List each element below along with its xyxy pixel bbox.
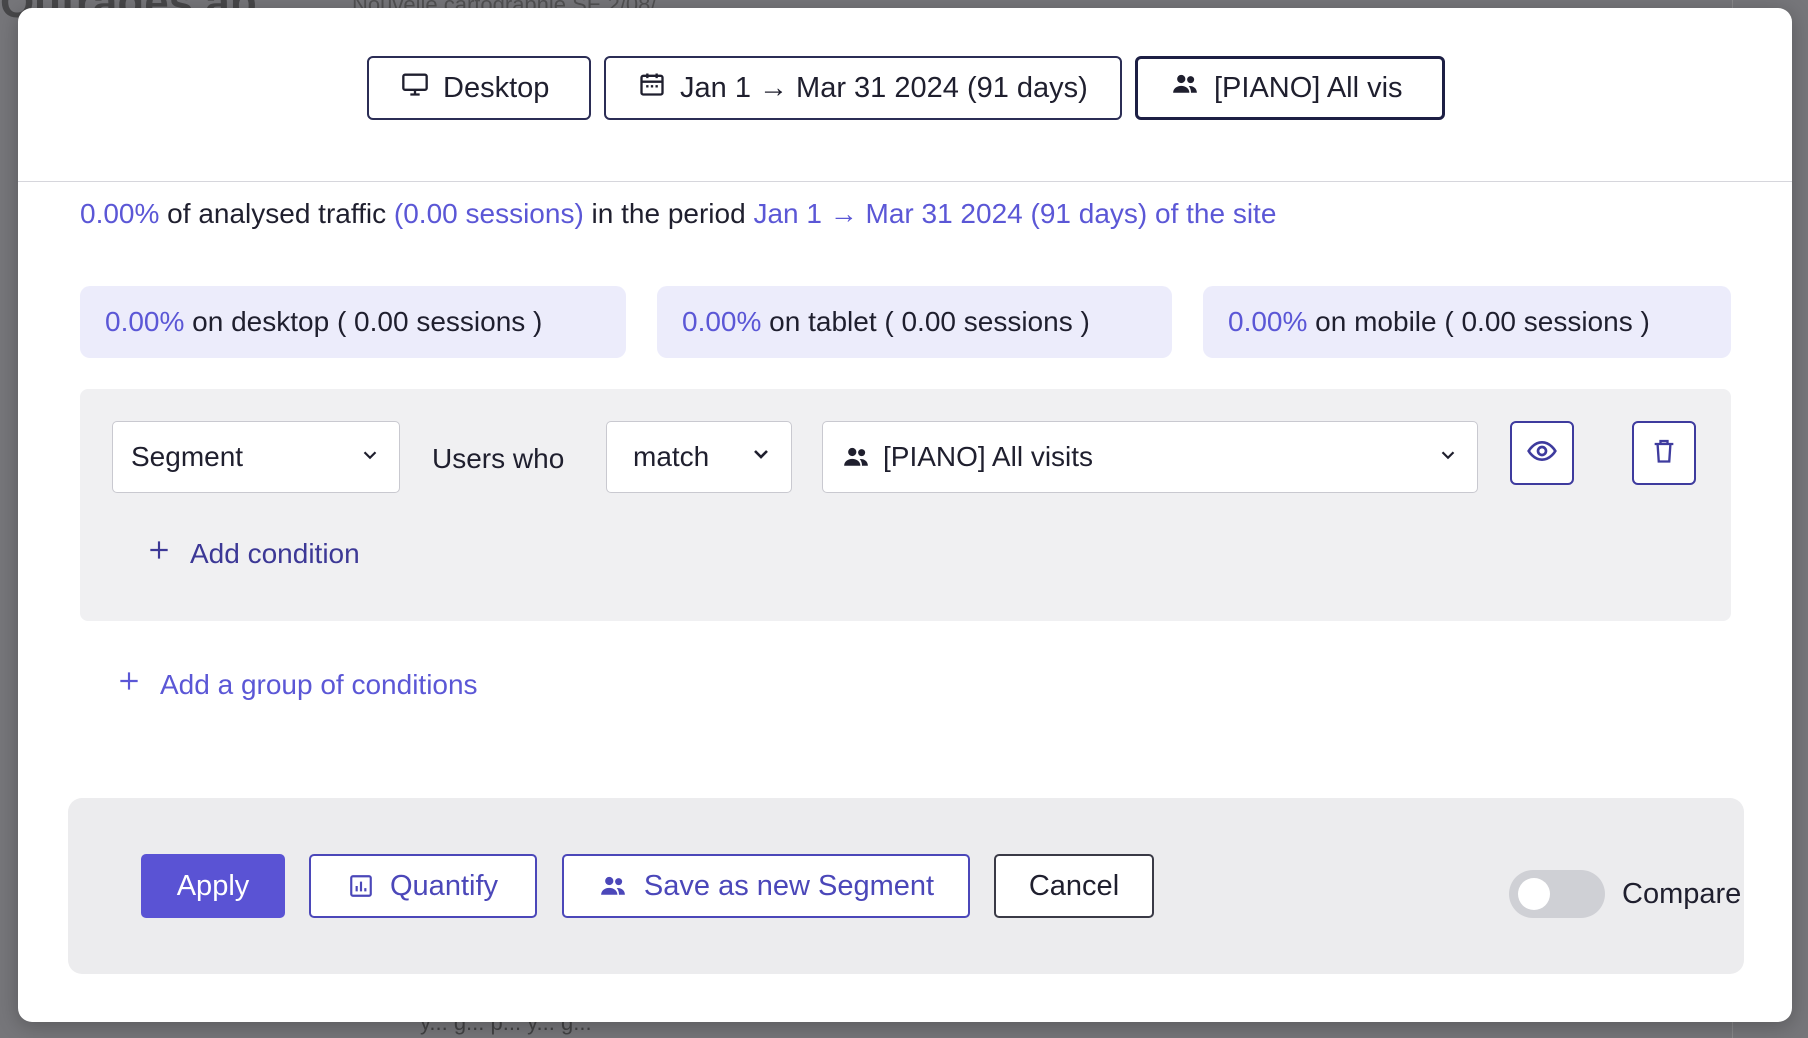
chevron-down-icon bbox=[749, 441, 773, 473]
condition-type-value: Segment bbox=[131, 441, 244, 472]
compare-label: Compare bbox=[1622, 878, 1742, 910]
summary-period: Jan 1 → Mar 31 2024 (91 days) of the sit… bbox=[753, 198, 1277, 229]
users-icon bbox=[841, 442, 871, 472]
summary-percent: 0.00% bbox=[80, 198, 160, 229]
match-value: match bbox=[633, 441, 710, 472]
add-group-label: Add a group of conditions bbox=[160, 668, 478, 700]
add-group-button[interactable]: Add a group of conditions bbox=[116, 668, 478, 701]
apply-label: Apply bbox=[176, 869, 250, 902]
toggle-knob bbox=[1518, 878, 1550, 910]
stat-label: on desktop ( 0.00 sessions ) bbox=[184, 306, 543, 337]
date-range-label: Jan 1 → Mar 31 2024 (91 days) bbox=[680, 71, 1088, 104]
apply-button[interactable]: Apply bbox=[141, 854, 285, 918]
plus-icon bbox=[116, 668, 142, 701]
stat-percent: 0.00% bbox=[682, 306, 762, 337]
stat-card-mobile: 0.00% on mobile ( 0.00 sessions ) bbox=[1203, 286, 1731, 358]
segment-value: [PIANO] All visits bbox=[883, 441, 1094, 472]
stat-label: on mobile ( 0.00 sessions ) bbox=[1307, 306, 1650, 337]
stat-percent: 0.00% bbox=[1228, 306, 1308, 337]
segment-selector-button[interactable]: [PIANO] All vis bbox=[1135, 56, 1445, 120]
plus-icon bbox=[146, 537, 172, 570]
summary-text-1: of analysed traffic bbox=[159, 198, 394, 229]
monitor-icon bbox=[401, 70, 429, 106]
quantify-label: Quantify bbox=[390, 869, 498, 902]
add-condition-button[interactable]: Add condition bbox=[146, 537, 360, 570]
device-selector-label: Desktop bbox=[443, 71, 550, 104]
chart-icon bbox=[348, 873, 374, 899]
condition-type-select[interactable]: Segment bbox=[112, 421, 400, 493]
users-icon bbox=[1170, 69, 1200, 107]
match-select[interactable]: match bbox=[606, 421, 792, 493]
summary-text-2: in the period bbox=[583, 198, 754, 229]
chevron-down-icon bbox=[359, 441, 381, 473]
users-icon bbox=[598, 871, 628, 901]
cancel-button[interactable]: Cancel bbox=[994, 854, 1154, 918]
segment-value-select[interactable]: [PIANO] All visits bbox=[822, 421, 1478, 493]
users-who-label: Users who bbox=[432, 443, 565, 474]
stat-percent: 0.00% bbox=[105, 306, 185, 337]
device-selector-button[interactable]: Desktop bbox=[367, 56, 591, 120]
quantify-button[interactable]: Quantify bbox=[309, 854, 537, 918]
delete-condition-button[interactable] bbox=[1632, 421, 1696, 485]
segment-modal: Desktop Jan 1 → Mar 31 2024 (91 days) [P… bbox=[18, 8, 1792, 1022]
date-range-button[interactable]: Jan 1 → Mar 31 2024 (91 days) bbox=[604, 56, 1122, 120]
save-segment-label: Save as new Segment bbox=[643, 869, 935, 902]
condition-group: Segment Users who match [PIANO] All visi… bbox=[80, 389, 1731, 621]
cancel-label: Cancel bbox=[1028, 869, 1120, 902]
save-segment-button[interactable]: Save as new Segment bbox=[562, 854, 970, 918]
traffic-summary: 0.00% of analysed traffic (0.00 sessions… bbox=[80, 198, 1276, 230]
modal-header: Desktop Jan 1 → Mar 31 2024 (91 days) [P… bbox=[18, 8, 1792, 182]
add-condition-label: Add condition bbox=[190, 537, 360, 569]
calendar-icon bbox=[638, 70, 666, 106]
stat-card-tablet: 0.00% on tablet ( 0.00 sessions ) bbox=[657, 286, 1172, 358]
eye-icon bbox=[1526, 435, 1558, 472]
stat-label: on tablet ( 0.00 sessions ) bbox=[761, 306, 1090, 337]
trash-icon bbox=[1650, 437, 1678, 470]
chevron-down-icon bbox=[1437, 441, 1459, 473]
segment-selector-label: [PIANO] All vis bbox=[1214, 71, 1403, 104]
stat-card-desktop: 0.00% on desktop ( 0.00 sessions ) bbox=[80, 286, 626, 358]
preview-button[interactable] bbox=[1510, 421, 1574, 485]
summary-sessions: (0.00 sessions) bbox=[393, 198, 584, 229]
compare-toggle[interactable] bbox=[1509, 870, 1605, 918]
modal-footer: Apply Quantify Save as new Segment Cance… bbox=[68, 798, 1744, 974]
